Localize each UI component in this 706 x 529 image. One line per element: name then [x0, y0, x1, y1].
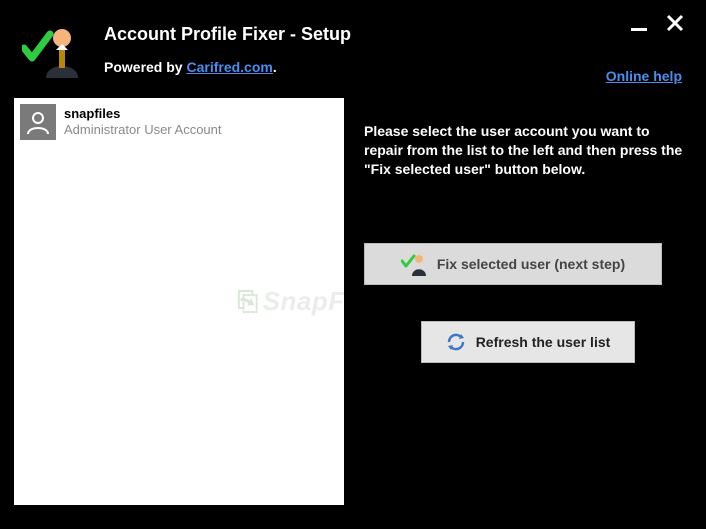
user-text: snapfiles Administrator User Account — [64, 106, 222, 137]
app-logo-icon — [22, 20, 82, 80]
powered-suffix: . — [273, 59, 277, 75]
window-controls — [630, 14, 684, 32]
right-panel: Please select the user account you want … — [364, 98, 692, 505]
online-help-link[interactable]: Online help — [606, 68, 682, 84]
refresh-user-list-button[interactable]: Refresh the user list — [421, 321, 635, 363]
close-button[interactable] — [666, 14, 684, 32]
fix-button-label: Fix selected user (next step) — [437, 256, 625, 272]
user-list[interactable]: snapfiles Administrator User Account ⎘Sn… — [14, 98, 344, 505]
fix-selected-user-button[interactable]: Fix selected user (next step) — [364, 243, 662, 285]
refresh-button-label: Refresh the user list — [476, 334, 611, 350]
user-name: snapfiles — [64, 106, 222, 122]
header: Account Profile Fixer - Setup Powered by… — [0, 0, 706, 90]
instructions-text: Please select the user account you want … — [364, 122, 692, 179]
user-role: Administrator User Account — [64, 122, 222, 138]
app-title: Account Profile Fixer - Setup — [104, 24, 684, 45]
user-avatar-icon — [20, 104, 56, 140]
minimize-button[interactable] — [630, 14, 648, 32]
main-area: snapfiles Administrator User Account ⎘Sn… — [0, 90, 706, 519]
title-block: Account Profile Fixer - Setup Powered by… — [104, 20, 684, 75]
powered-by: Powered by Carifred.com. — [104, 59, 684, 75]
user-list-item[interactable]: snapfiles Administrator User Account — [14, 98, 344, 146]
person-check-icon — [401, 251, 427, 277]
powered-link[interactable]: Carifred.com — [186, 59, 272, 75]
refresh-icon — [446, 332, 466, 352]
powered-prefix: Powered by — [104, 59, 186, 75]
watermark: ⎘SnapFiles — [237, 286, 344, 318]
